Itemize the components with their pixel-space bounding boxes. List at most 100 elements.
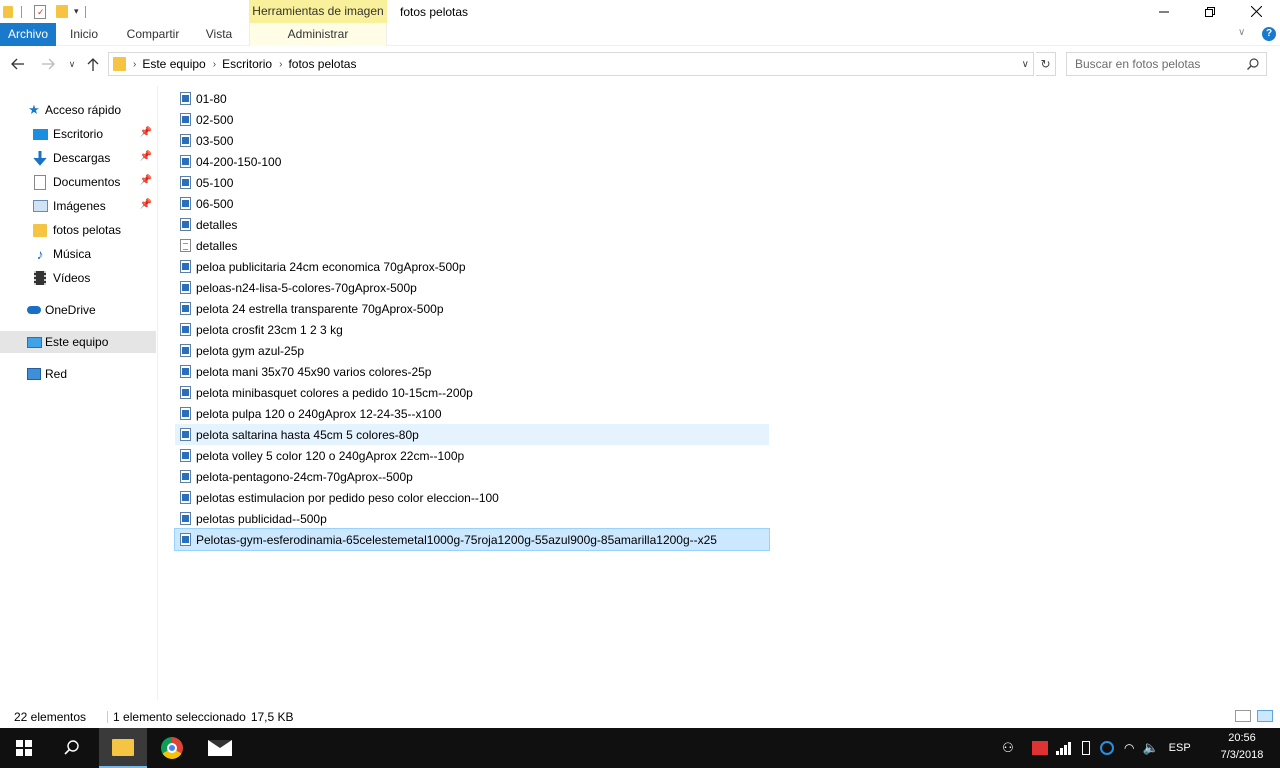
- file-name: 05-100: [196, 175, 234, 190]
- recent-locations-button[interactable]: ∨: [62, 54, 82, 74]
- large-icons-view-icon[interactable]: [1257, 710, 1273, 722]
- file-row[interactable]: pelota mani 35x70 45x90 varios colores-2…: [175, 361, 769, 382]
- file-row[interactable]: 03-500: [175, 130, 769, 151]
- file-row[interactable]: detalles: [175, 214, 769, 235]
- minimize-button[interactable]: [1141, 0, 1187, 23]
- tab-inicio[interactable]: Inicio: [58, 23, 110, 46]
- up-button[interactable]: [83, 54, 103, 74]
- wifi-icon[interactable]: ◠: [1124, 741, 1134, 755]
- file-row[interactable]: pelota gym azul-25p: [175, 340, 769, 361]
- tab-vista[interactable]: Vista: [196, 23, 242, 46]
- sidebar-item-videos[interactable]: Vídeos: [0, 267, 156, 289]
- sidebar-item-label: Acceso rápido: [45, 103, 122, 117]
- file-row[interactable]: pelota volley 5 color 120 o 240gAprox 22…: [175, 445, 769, 466]
- download-icon: [32, 150, 48, 166]
- file-name: pelota gym azul-25p: [196, 343, 305, 358]
- file-row[interactable]: 06-500: [175, 193, 769, 214]
- file-row[interactable]: pelota-pentagono-24cm-70gAprox--500p: [175, 466, 769, 487]
- divider: [107, 711, 109, 723]
- search-box[interactable]: [1066, 52, 1267, 76]
- sidebar-item-label: OneDrive: [45, 303, 96, 317]
- sidebar-item-musica[interactable]: ♪ Música: [0, 243, 156, 265]
- tab-administrar[interactable]: Administrar: [249, 23, 387, 46]
- sidebar-item-documentos[interactable]: Documentos 📌: [0, 171, 156, 193]
- taskbar-mail[interactable]: [196, 728, 244, 768]
- search-icon: [64, 740, 79, 755]
- image-file-icon: [180, 407, 191, 420]
- back-button[interactable]: [8, 54, 28, 74]
- image-file-icon: [180, 134, 191, 147]
- battery-icon[interactable]: [1082, 741, 1090, 755]
- sidebar-item-este-equipo[interactable]: Este equipo: [0, 331, 156, 353]
- item-count: 22 elementos: [14, 710, 87, 724]
- image-file-icon: [180, 113, 191, 126]
- help-icon[interactable]: ?: [1262, 27, 1276, 41]
- window-title: fotos pelotas: [400, 5, 469, 19]
- forward-button[interactable]: [38, 54, 58, 74]
- details-view-icon[interactable]: [1235, 710, 1251, 722]
- close-button[interactable]: [1233, 0, 1279, 23]
- sidebar-item-acceso-rapido[interactable]: ★ Acceso rápido: [0, 99, 156, 121]
- file-name: pelota minibasquet colores a pedido 10-1…: [196, 385, 473, 400]
- breadcrumb-fotos-pelotas[interactable]: fotos pelotas: [288, 57, 356, 71]
- file-row[interactable]: Pelotas-gym-esferodinamia-65celestemetal…: [174, 528, 770, 551]
- clock[interactable]: 20:56 7/3/2018: [1212, 730, 1272, 766]
- title-bar: ✓ ▾ Herramientas de imagen fotos pelotas: [0, 0, 1280, 23]
- taskbar-file-explorer[interactable]: [99, 728, 147, 768]
- file-row[interactable]: peloas-n24-lisa-5-colores-70gAprox-500p: [175, 277, 769, 298]
- signal-icon[interactable]: [1056, 741, 1072, 755]
- address-dropdown-icon[interactable]: ∨: [1022, 59, 1029, 70]
- pin-icon: 📌: [139, 175, 152, 186]
- tab-archivo[interactable]: Archivo: [0, 23, 56, 46]
- file-row[interactable]: pelota 24 estrella transparente 70gAprox…: [175, 298, 769, 319]
- expand-ribbon-icon[interactable]: ∨: [1238, 27, 1245, 38]
- pin-icon: 📌: [139, 199, 152, 210]
- security-icon[interactable]: [1032, 741, 1048, 755]
- new-folder-icon[interactable]: [56, 5, 68, 18]
- search-button[interactable]: [48, 728, 96, 768]
- file-row[interactable]: detalles: [175, 235, 769, 256]
- file-row[interactable]: pelota pulpa 120 o 240gAprox 12-24-35--x…: [175, 403, 769, 424]
- restore-button[interactable]: [1187, 0, 1233, 23]
- sidebar-item-imagenes[interactable]: Imágenes 📌: [0, 195, 156, 217]
- tab-compartir[interactable]: Compartir: [118, 23, 188, 46]
- file-row[interactable]: pelota crosfit 23cm 1 2 3 kg: [175, 319, 769, 340]
- text-file-icon: [180, 239, 191, 252]
- start-button[interactable]: [0, 728, 48, 768]
- windows-logo-icon: [16, 740, 32, 756]
- file-name: pelota mani 35x70 45x90 varios colores-2…: [196, 364, 432, 379]
- file-row[interactable]: 01-80: [175, 88, 769, 109]
- image-file-icon: [180, 533, 191, 546]
- folder-icon: [3, 5, 13, 18]
- video-icon: [32, 270, 48, 286]
- sidebar-item-fotos-pelotas[interactable]: fotos pelotas: [0, 219, 156, 241]
- breadcrumb-este-equipo[interactable]: Este equipo: [142, 57, 205, 71]
- sidebar-item-onedrive[interactable]: OneDrive: [0, 299, 156, 321]
- image-file-icon: [180, 92, 191, 105]
- volume-icon[interactable]: 🔈: [1142, 740, 1158, 756]
- file-row[interactable]: pelotas publicidad--500p: [175, 508, 769, 529]
- file-row[interactable]: 05-100: [175, 172, 769, 193]
- sidebar-item-escritorio[interactable]: Escritorio 📌: [0, 123, 156, 145]
- properties-icon[interactable]: ✓: [34, 4, 46, 19]
- image-file-icon: [180, 365, 191, 378]
- file-row[interactable]: 02-500: [175, 109, 769, 130]
- sync-icon[interactable]: [1100, 741, 1114, 755]
- sidebar-item-red[interactable]: Red: [0, 363, 156, 385]
- file-row[interactable]: pelota saltarina hasta 45cm 5 colores-80…: [175, 424, 769, 445]
- file-row[interactable]: pelota minibasquet colores a pedido 10-1…: [175, 382, 769, 403]
- file-row[interactable]: peloa publicitaria 24cm economica 70gApr…: [175, 256, 769, 277]
- taskbar-chrome[interactable]: [148, 728, 196, 768]
- image-file-icon: [180, 260, 191, 273]
- search-input[interactable]: [1075, 57, 1240, 71]
- people-icon[interactable]: ⚇: [998, 740, 1018, 756]
- address-bar[interactable]: › Este equipo › Escritorio › fotos pelot…: [108, 52, 1034, 76]
- sidebar-item-descargas[interactable]: Descargas 📌: [0, 147, 156, 169]
- language-indicator[interactable]: ESP: [1169, 742, 1191, 754]
- image-tools-group-label: Herramientas de imagen: [249, 0, 387, 23]
- customize-toolbar-icon[interactable]: ▾: [74, 6, 79, 17]
- breadcrumb-escritorio[interactable]: Escritorio: [222, 57, 272, 71]
- file-row[interactable]: pelotas estimulacion por pedido peso col…: [175, 487, 769, 508]
- file-row[interactable]: 04-200-150-100: [175, 151, 769, 172]
- refresh-button[interactable]: ↻: [1036, 52, 1056, 76]
